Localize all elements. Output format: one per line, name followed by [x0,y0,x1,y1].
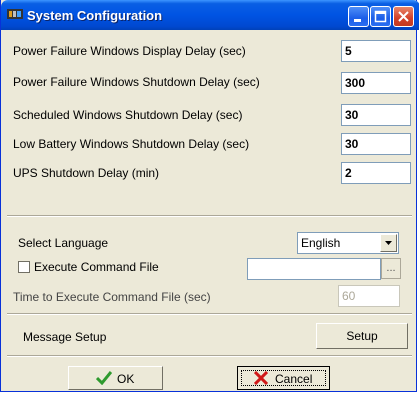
execute-command-label: Execute Command File [34,260,159,274]
divider [7,355,412,357]
language-label: Select Language [18,236,109,250]
ok-label: OK [117,372,135,386]
ups-shutdown-delay-label: UPS Shutdown Delay (min) [13,166,160,180]
ok-button[interactable]: OK [68,366,163,390]
shutdown-delay-label: Power Failure Windows Shutdown Delay (se… [13,75,260,89]
system-configuration-dialog: System Configuration Power Failure Windo… [0,0,419,392]
ups-shutdown-delay-field[interactable]: 2 [341,162,411,184]
low-battery-delay-label: Low Battery Windows Shutdown Delay (sec) [13,137,250,151]
checkmark-icon [96,371,112,385]
close-button[interactable] [393,6,414,27]
minimize-icon [354,19,361,22]
cancel-button[interactable]: Cancel [237,366,330,390]
chevron-down-icon [385,241,392,245]
maximize-button[interactable] [370,6,391,27]
divider [7,215,412,217]
command-file-field[interactable] [247,258,381,280]
display-delay-label: Power Failure Windows Display Delay (sec… [13,44,246,58]
window-title: System Configuration [27,8,163,23]
scheduled-delay-field[interactable]: 30 [341,104,411,126]
x-icon [254,371,268,385]
divider [7,313,412,315]
shutdown-delay-field[interactable]: 300 [341,72,411,94]
title-bar[interactable]: System Configuration [1,0,419,30]
cancel-label: Cancel [275,372,313,386]
execute-time-label: Time to Execute Command File (sec) [13,290,211,304]
display-delay-field[interactable]: 5 [341,40,411,62]
language-value: English [301,236,341,250]
scheduled-delay-label: Scheduled Windows Shutdown Delay (sec) [13,108,243,122]
maximize-icon [374,10,387,23]
language-dropdown-button[interactable] [380,234,397,252]
ups-app-icon [7,9,23,19]
message-setup-label: Message Setup [23,330,107,344]
language-select[interactable]: English [297,232,399,254]
execute-command-checkbox[interactable] [18,261,30,273]
minimize-button[interactable] [348,6,369,27]
low-battery-delay-field[interactable]: 30 [341,133,411,155]
setup-button[interactable]: Setup [316,323,408,349]
browse-button[interactable]: ... [381,258,401,279]
execute-time-field[interactable]: 60 [338,285,400,307]
close-icon [398,11,409,22]
